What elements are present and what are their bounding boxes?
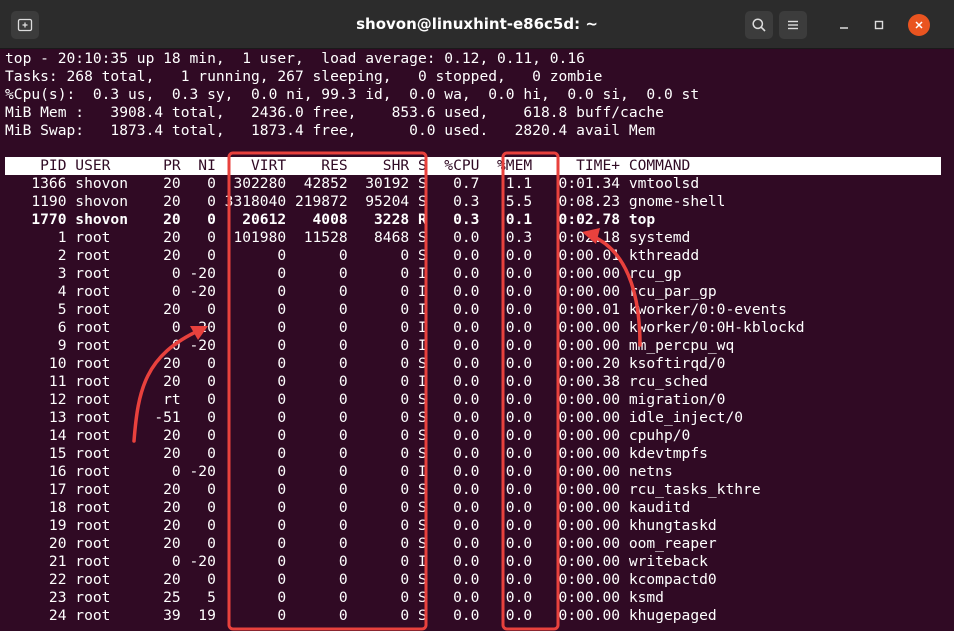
search-button[interactable] [745, 11, 773, 39]
process-row: 1770 shovon 20 0 20612 4008 3228 R 0.3 0… [5, 211, 656, 228]
process-row: 3 root 0 -20 0 0 0 I 0.0 0.0 0:00.00 rcu… [5, 265, 682, 282]
process-row: 17 root 20 0 0 0 0 S 0.0 0.0 0:00.00 rcu… [5, 481, 761, 498]
summary-cpu-line: %Cpu(s): 0.3 us, 0.3 sy, 0.0 ni, 99.3 id… [5, 86, 700, 103]
process-row: 2 root 20 0 0 0 0 S 0.0 0.0 0:00.01 kthr… [5, 247, 700, 264]
summary-tasks-line: Tasks: 268 total, 1 running, 267 sleepin… [5, 68, 603, 85]
process-row: 12 root rt 0 0 0 0 S 0.0 0.0 0:00.00 mig… [5, 391, 726, 408]
process-row: 19 root 20 0 0 0 0 S 0.0 0.0 0:00.00 khu… [5, 517, 717, 534]
process-row: 1366 shovon 20 0 302280 42852 30192 S 0.… [5, 175, 700, 192]
maximize-button[interactable] [868, 14, 890, 36]
process-row: 20 root 20 0 0 0 0 S 0.0 0.0 0:00.00 oom… [5, 535, 717, 552]
menu-button[interactable] [779, 11, 807, 39]
terminal-window: shovon@linuxhint-e86c5d: ~ top - 20:10:3… [0, 0, 954, 631]
hamburger-menu-icon [788, 20, 798, 30]
process-row: 16 root 0 -20 0 0 0 I 0.0 0.0 0:00.00 ne… [5, 463, 673, 480]
minimize-icon [840, 27, 848, 29]
summary-uptime-line: top - 20:10:35 up 18 min, 1 user, load a… [5, 50, 585, 67]
process-row: 4 root 0 -20 0 0 0 I 0.0 0.0 0:00.00 rcu… [5, 283, 717, 300]
close-icon [915, 21, 923, 29]
maximize-icon [874, 20, 884, 30]
process-row: 23 root 25 5 0 0 0 S 0.0 0.0 0:00.00 ksm… [5, 589, 664, 606]
process-row: 6 root 0 -20 0 0 0 I 0.0 0.0 0:00.00 kwo… [5, 319, 805, 336]
window-title: shovon@linuxhint-e86c5d: ~ [356, 15, 598, 33]
search-icon [752, 18, 766, 32]
process-row: 9 root 0 -20 0 0 0 I 0.0 0.0 0:00.00 mm_… [5, 337, 735, 354]
process-row: 21 root 0 -20 0 0 0 I 0.0 0.0 0:00.00 wr… [5, 553, 708, 570]
process-row: 1 root 20 0 101980 11528 8468 S 0.0 0.3 … [5, 229, 691, 246]
process-table-header: PID USER PR NI VIRT RES SHR S %CPU %MEM … [5, 157, 941, 175]
summary-swap-line: MiB Swap: 1873.4 total, 1873.4 free, 0.0… [5, 122, 656, 139]
process-row: 22 root 20 0 0 0 0 S 0.0 0.0 0:00.00 kco… [5, 571, 717, 588]
process-row: 15 root 20 0 0 0 0 S 0.0 0.0 0:00.00 kde… [5, 445, 708, 462]
process-row: 11 root 20 0 0 0 0 I 0.0 0.0 0:00.38 rcu… [5, 373, 708, 390]
terminal-output[interactable]: top - 20:10:35 up 18 min, 1 user, load a… [0, 48, 954, 631]
title-bar[interactable]: shovon@linuxhint-e86c5d: ~ [0, 0, 954, 49]
process-row: 1190 shovon 20 0 3318040 219872 95204 S … [5, 193, 726, 210]
process-row: 14 root 20 0 0 0 0 S 0.0 0.0 0:00.00 cpu… [5, 427, 691, 444]
summary-mem-line: MiB Mem : 3908.4 total, 2436.0 free, 853… [5, 104, 664, 121]
process-row: 10 root 20 0 0 0 0 S 0.0 0.0 0:00.20 kso… [5, 355, 726, 372]
process-row: 5 root 20 0 0 0 0 I 0.0 0.0 0:00.01 kwor… [5, 301, 787, 318]
close-button[interactable] [908, 14, 930, 36]
minimize-button[interactable] [833, 14, 855, 36]
process-row: 18 root 20 0 0 0 0 S 0.0 0.0 0:00.00 kau… [5, 499, 691, 516]
process-row: 13 root -51 0 0 0 0 S 0.0 0.0 0:00.00 id… [5, 409, 744, 426]
process-row: 24 root 39 19 0 0 0 S 0.0 0.0 0:00.00 kh… [5, 607, 717, 624]
